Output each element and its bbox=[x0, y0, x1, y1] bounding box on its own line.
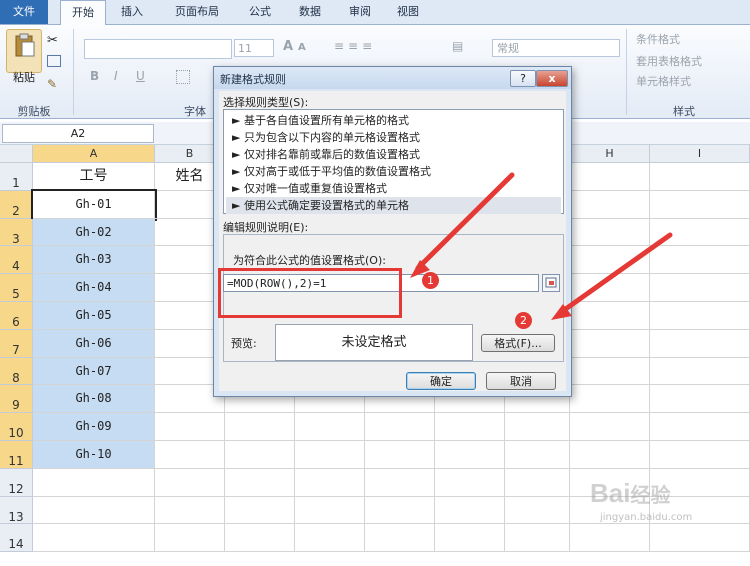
watermark-logo: Bai经验 bbox=[590, 478, 670, 509]
step-badge-2: 2 bbox=[515, 312, 532, 329]
watermark-brand: Bai bbox=[590, 478, 631, 508]
watermark-brand2: 经验 bbox=[630, 485, 671, 507]
step-badge-1: 1 bbox=[422, 272, 439, 289]
annotation-arrows bbox=[410, 172, 673, 320]
watermark-url: jingyan.baidu.com bbox=[600, 512, 693, 523]
